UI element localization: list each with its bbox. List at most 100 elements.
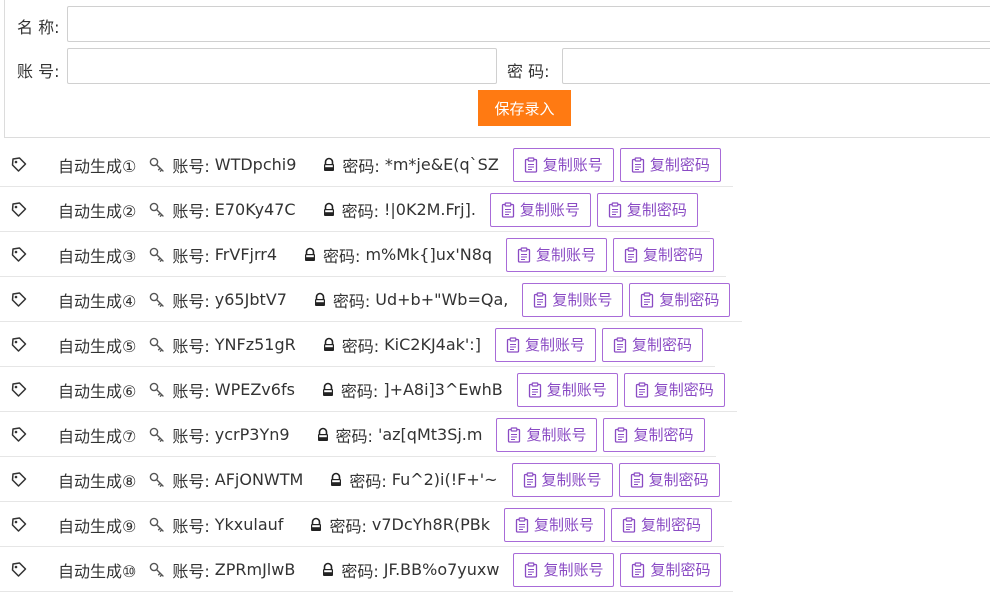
item-name: 自动生成②	[58, 201, 137, 221]
tag-icon	[8, 426, 30, 444]
item-name: 自动生成⑦	[58, 426, 137, 446]
password-value: Ud+b+"Wb=Qa,	[375, 290, 509, 309]
copy-account-label: 复制账号	[533, 516, 594, 534]
list-item: 自动生成⑩ 账号: ZPRmJlwB 密码: JF.BB%o7yuxw 复制账号…	[0, 547, 800, 592]
key-icon	[146, 156, 168, 174]
copy-account-label: 复制账号	[542, 156, 603, 174]
clipboard-icon	[624, 246, 638, 263]
account-label: 账号:	[172, 336, 210, 356]
key-icon	[146, 516, 168, 534]
password-value: 'az[qMt3Sj.m	[377, 425, 483, 444]
copy-password-button[interactable]: 复制密码	[619, 147, 721, 182]
clipboard-icon	[614, 426, 628, 443]
copy-password-button[interactable]: 复制密码	[620, 552, 722, 587]
lock-icon	[314, 427, 332, 443]
item-name: 自动生成④	[58, 291, 137, 311]
account-list: 自动生成① 账号: WTDpchi9 密码: *m*je&E(q`SZ 复制账号…	[0, 142, 800, 592]
clipboard-icon	[515, 516, 529, 533]
clipboard-icon	[640, 291, 654, 308]
clipboard-icon	[608, 201, 622, 218]
copy-password-button[interactable]: 复制密码	[603, 417, 705, 452]
item-name: 自动生成⑧	[58, 471, 137, 491]
copy-account-button[interactable]: 复制账号	[512, 147, 614, 182]
account-label: 账号:	[172, 246, 210, 266]
save-button[interactable]: 保存录入	[478, 90, 571, 126]
copy-password-label: 复制密码	[648, 471, 709, 489]
copy-password-label: 复制密码	[653, 381, 714, 399]
clipboard-icon	[524, 561, 538, 578]
copy-password-button[interactable]: 复制密码	[629, 282, 731, 317]
password-label: 密码:	[335, 426, 373, 446]
account-label: 账号:	[172, 156, 210, 176]
password-label: 密码:	[341, 201, 379, 221]
account-value: FrVFjrr4	[214, 245, 278, 264]
account-label: 账号:	[172, 516, 210, 536]
list-item: 自动生成① 账号: WTDpchi9 密码: *m*je&E(q`SZ 复制账号…	[0, 142, 800, 187]
copy-password-button[interactable]: 复制密码	[618, 462, 720, 497]
tag-icon	[8, 246, 30, 264]
copy-account-button[interactable]: 复制账号	[503, 507, 605, 542]
tag-icon	[8, 516, 30, 534]
list-item: 自动生成③ 账号: FrVFjrr4 密码: m%Mk{]ux'N8q 复制账号…	[0, 232, 800, 277]
copy-password-button[interactable]: 复制密码	[623, 372, 725, 407]
copy-password-label: 复制密码	[643, 246, 704, 264]
copy-account-button[interactable]: 复制账号	[489, 192, 591, 227]
password-label: 密码:	[342, 156, 380, 176]
copy-password-label: 复制密码	[633, 426, 694, 444]
copy-password-button[interactable]: 复制密码	[613, 237, 715, 272]
key-icon	[146, 426, 168, 444]
copy-account-button[interactable]: 复制账号	[494, 327, 596, 362]
copy-account-button[interactable]: 复制账号	[516, 372, 618, 407]
lock-icon	[311, 292, 329, 308]
list-item: 自动生成⑦ 账号: ycrP3Yn9 密码: 'az[qMt3Sj.m 复制账号…	[0, 412, 800, 457]
copy-account-button[interactable]: 复制账号	[506, 237, 608, 272]
copy-password-label: 复制密码	[659, 291, 720, 309]
lock-icon	[307, 517, 325, 533]
copy-account-button[interactable]: 复制账号	[511, 462, 613, 497]
copy-password-button[interactable]: 复制密码	[610, 507, 712, 542]
copy-password-button[interactable]: 复制密码	[596, 192, 698, 227]
clipboard-icon	[501, 201, 515, 218]
copy-account-label: 复制账号	[524, 336, 585, 354]
lock-icon	[320, 337, 338, 353]
account-value: y65JbtV7	[214, 290, 287, 309]
list-item: 自动生成⑧ 账号: AFjONWTM 密码: Fu^2)i(!F+'~ 复制账号…	[0, 457, 800, 502]
lock-icon	[319, 382, 337, 398]
account-value: WPEZv6fs	[214, 380, 295, 399]
account-label: 账 号:	[17, 62, 60, 81]
clipboard-icon	[613, 336, 627, 353]
copy-account-label: 复制账号	[519, 201, 580, 219]
key-icon	[146, 561, 168, 579]
password-input[interactable]	[562, 48, 990, 84]
copy-account-button[interactable]: 复制账号	[522, 282, 624, 317]
password-value: v7DcYh8R(PBk	[371, 515, 490, 534]
item-name: 自动生成⑥	[58, 381, 137, 401]
copy-account-label: 复制账号	[536, 246, 597, 264]
list-item: 自动生成⑤ 账号: YNFz51gR 密码: KiC2KJ4ak':] 复制账号…	[0, 322, 800, 367]
account-value: ycrP3Yn9	[214, 425, 290, 444]
copy-account-label: 复制账号	[541, 471, 602, 489]
password-label: 密码:	[349, 471, 387, 491]
clipboard-icon	[507, 426, 521, 443]
password-value: ]+A8i]3^EwhB	[383, 380, 503, 399]
tag-icon	[8, 381, 30, 399]
copy-account-button[interactable]: 复制账号	[513, 552, 615, 587]
clipboard-icon	[517, 246, 531, 263]
list-item: 自动生成④ 账号: y65JbtV7 密码: Ud+b+"Wb=Qa, 复制账号…	[0, 277, 800, 322]
copy-password-button[interactable]: 复制密码	[601, 327, 703, 362]
account-input[interactable]	[67, 48, 497, 84]
password-value: KiC2KJ4ak':]	[384, 335, 481, 354]
tag-icon	[8, 291, 30, 309]
tag-icon	[8, 336, 30, 354]
password-value: !|0K2M.Frj].	[383, 200, 476, 219]
lock-icon	[319, 562, 337, 578]
clipboard-icon	[622, 516, 636, 533]
account-value: ZPRmJlwB	[214, 560, 296, 579]
clipboard-icon	[631, 156, 645, 173]
name-input[interactable]	[67, 6, 990, 42]
copy-password-label: 复制密码	[631, 336, 692, 354]
item-name: 自动生成③	[58, 246, 137, 266]
copy-account-button[interactable]: 复制账号	[496, 417, 598, 452]
list-item: 自动生成② 账号: E70Ky47C 密码: !|0K2M.Frj]. 复制账号…	[0, 187, 800, 232]
key-icon	[146, 291, 168, 309]
